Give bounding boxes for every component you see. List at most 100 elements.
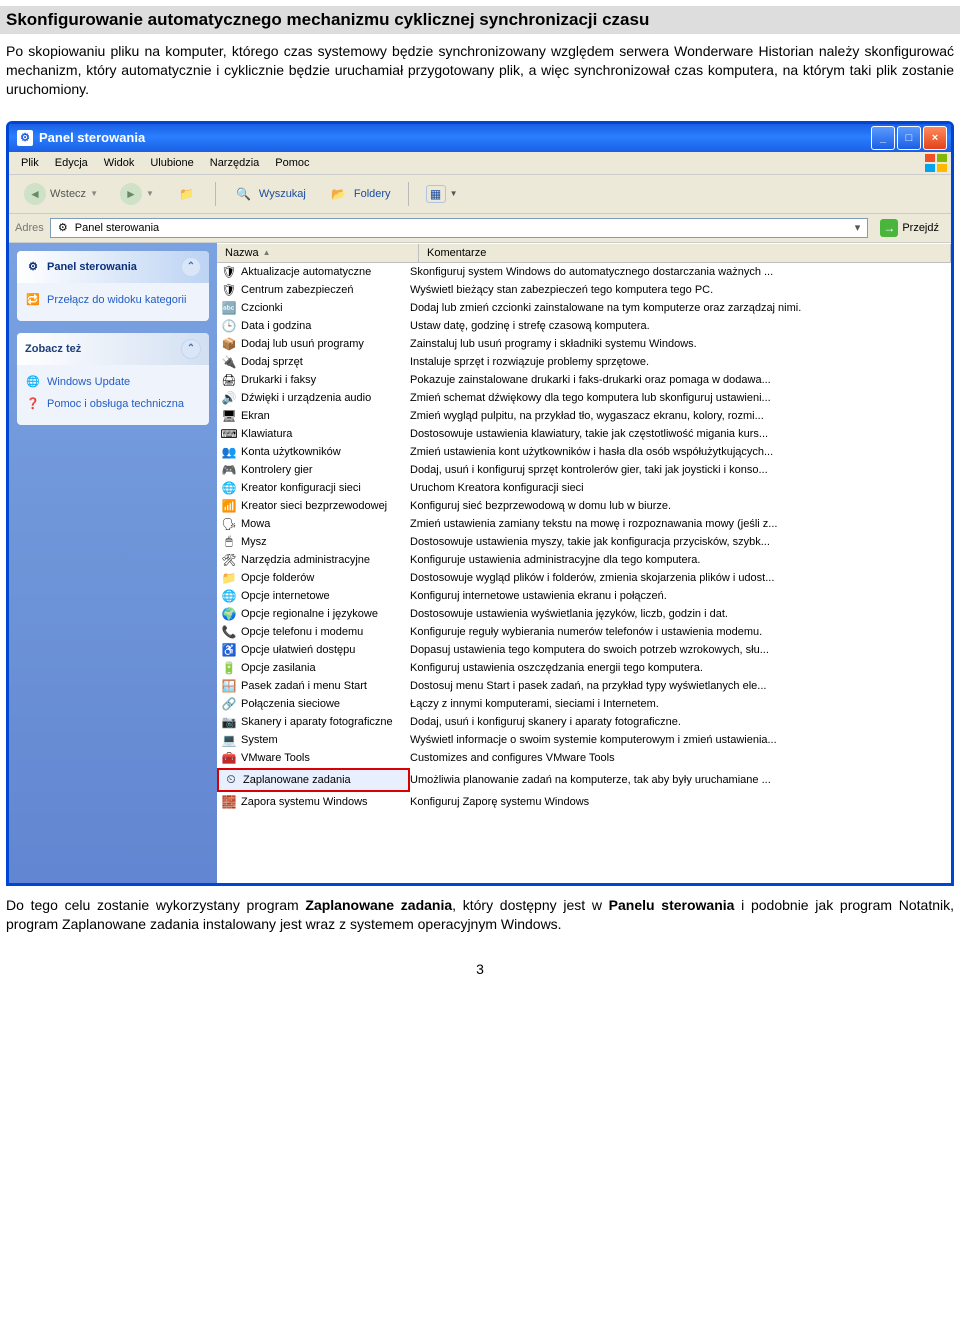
item-icon: 📶: [221, 498, 237, 514]
back-label: Wstecz: [50, 188, 86, 200]
control-panel-item[interactable]: 🪟Pasek zadań i menu StartDostosuj menu S…: [217, 677, 951, 695]
sidebar-link-help[interactable]: ❓ Pomoc i obsługa techniczna: [25, 393, 201, 415]
item-comment: Wyświetl informacje o swoim systemie kom…: [410, 734, 951, 746]
menu-plik[interactable]: Plik: [13, 155, 47, 171]
control-panel-item[interactable]: 🌐Kreator konfiguracji sieciUruchom Kreat…: [217, 479, 951, 497]
go-label: Przejdź: [902, 222, 939, 234]
control-panel-item[interactable]: 📦Dodaj lub usuń programyZainstaluj lub u…: [217, 335, 951, 353]
item-name: Kreator sieci bezprzewodowej: [241, 500, 387, 512]
sidebar-panel-header[interactable]: ⚙ Panel sterowania ⌃: [17, 251, 209, 283]
item-comment: Konfiguruj ustawienia oszczędzania energ…: [410, 662, 951, 674]
back-button[interactable]: ◄ Wstecz ▼: [15, 179, 107, 209]
control-panel-item[interactable]: 🎮Kontrolery gierDodaj, usuń i konfiguruj…: [217, 461, 951, 479]
collapse-icon[interactable]: ⌃: [181, 257, 201, 277]
views-button[interactable]: ▦ ▼: [417, 181, 467, 207]
item-name: Kreator konfiguracji sieci: [241, 482, 361, 494]
explorer-window: ⚙ Panel sterowania _ □ × Plik Edycja Wid…: [6, 121, 954, 886]
item-name: Opcje internetowe: [241, 590, 330, 602]
item-comment: Zmień wygląd pulpitu, na przykład tło, w…: [410, 410, 951, 422]
search-label: Wyszukaj: [259, 188, 306, 200]
menu-pomoc[interactable]: Pomoc: [267, 155, 317, 171]
item-name: Mowa: [241, 518, 270, 530]
item-name: Zaplanowane zadania: [243, 774, 351, 786]
control-panel-item[interactable]: 🔋Opcje zasilaniaKonfiguruj ustawienia os…: [217, 659, 951, 677]
folders-label: Foldery: [354, 188, 391, 200]
item-name: Dodaj lub usuń programy: [241, 338, 364, 350]
sidebar-link-category-view[interactable]: 🔁 Przełącz do widoku kategorii: [25, 289, 201, 311]
item-comment: Dostosowuje ustawienia wyświetlania języ…: [410, 608, 951, 620]
item-comment: Dostosowuje ustawienia klawiatury, takie…: [410, 428, 951, 440]
control-panel-item[interactable]: 🔊Dźwięki i urządzenia audioZmień schemat…: [217, 389, 951, 407]
help-icon: ❓: [25, 396, 41, 412]
collapse-icon[interactable]: ⌃: [181, 339, 201, 359]
menu-bar: Plik Edycja Widok Ulubione Narzędzia Pom…: [9, 152, 951, 175]
sidebar-panel-header[interactable]: Zobacz też ⌃: [17, 333, 209, 365]
menu-edycja[interactable]: Edycja: [47, 155, 96, 171]
control-panel-item[interactable]: 🔤CzcionkiDodaj lub zmień czcionki zainst…: [217, 299, 951, 317]
list-area: Nazwa ▲ Komentarze 🛡Aktualizacje automat…: [217, 243, 951, 883]
control-panel-item[interactable]: 📞Opcje telefonu i modemuKonfiguruje regu…: [217, 623, 951, 641]
sidebar-link-windows-update[interactable]: 🌐 Windows Update: [25, 371, 201, 393]
maximize-button[interactable]: □: [897, 126, 921, 150]
chevron-down-icon: ▼: [146, 189, 154, 198]
control-panel-item[interactable]: 🖱MyszDostosowuje ustawienia myszy, takie…: [217, 533, 951, 551]
item-name: Drukarki i faksy: [241, 374, 316, 386]
control-panel-item[interactable]: 🛡Aktualizacje automatyczneSkonfiguruj sy…: [217, 263, 951, 281]
control-panel-item[interactable]: 🖥EkranZmień wygląd pulpitu, na przykład …: [217, 407, 951, 425]
chevron-down-icon: ▼: [450, 189, 458, 198]
control-panel-item[interactable]: ⌨KlawiaturaDostosowuje ustawienia klawia…: [217, 425, 951, 443]
control-panel-item[interactable]: 📷Skanery i aparaty fotograficzneDodaj, u…: [217, 713, 951, 731]
control-panel-item[interactable]: 🌍Opcje regionalne i językoweDostosowuje …: [217, 605, 951, 623]
column-name[interactable]: Nazwa ▲: [217, 244, 419, 262]
control-panel-item[interactable]: 🖨Drukarki i faksyPokazuje zainstalowane …: [217, 371, 951, 389]
item-icon: ⏲: [223, 772, 239, 788]
sidebar-link-label: Pomoc i obsługa techniczna: [47, 398, 184, 410]
column-comment[interactable]: Komentarze: [419, 244, 951, 262]
control-panel-item[interactable]: 🧰VMware ToolsCustomizes and configures V…: [217, 749, 951, 767]
item-name: Dodaj sprzęt: [241, 356, 303, 368]
minimize-button[interactable]: _: [871, 126, 895, 150]
control-panel-item[interactable]: 🔗Połączenia siecioweŁączy z innymi kompu…: [217, 695, 951, 713]
item-comment: Łączy z innymi komputerami, sieciami i I…: [410, 698, 951, 710]
sidebar-link-label: Przełącz do widoku kategorii: [47, 294, 186, 306]
control-panel-item[interactable]: 🔌Dodaj sprzętInstaluje sprzęt i rozwiązu…: [217, 353, 951, 371]
item-name: Aktualizacje automatyczne: [241, 266, 371, 278]
item-comment: Umożliwia planowanie zadań na komputerze…: [410, 774, 951, 786]
separator: [408, 182, 409, 206]
item-icon: 📁: [221, 570, 237, 586]
control-panel-item[interactable]: 👥Konta użytkownikówZmień ustawienia kont…: [217, 443, 951, 461]
close-button[interactable]: ×: [923, 126, 947, 150]
sidebar-panel-title: Zobacz też: [25, 343, 81, 355]
address-combo[interactable]: ⚙ Panel sterowania ▾: [50, 218, 869, 238]
address-dropdown-icon[interactable]: ▾: [852, 221, 864, 234]
menu-narzedzia[interactable]: Narzędzia: [202, 155, 268, 171]
item-comment: Konfiguruj internetowe ustawienia ekranu…: [410, 590, 951, 602]
sort-asc-icon: ▲: [263, 248, 271, 257]
control-panel-item[interactable]: 🗣MowaZmień ustawienia zamiany tekstu na …: [217, 515, 951, 533]
item-comment: Dodaj lub zmień czcionki zainstalowane n…: [410, 302, 951, 314]
control-panel-item[interactable]: 🛠Narzędzia administracyjneKonfiguruje us…: [217, 551, 951, 569]
up-button[interactable]: 📁: [167, 179, 207, 209]
item-comment: Skonfiguruj system Windows do automatycz…: [410, 266, 951, 278]
item-icon: 🪟: [221, 678, 237, 694]
control-panel-item[interactable]: 🛡Centrum zabezpieczeńWyświetl bieżący st…: [217, 281, 951, 299]
control-panel-item[interactable]: 🌐Opcje internetoweKonfiguruj internetowe…: [217, 587, 951, 605]
search-button[interactable]: 🔍 Wyszukaj: [224, 179, 315, 209]
switch-view-icon: 🔁: [25, 292, 41, 308]
forward-button[interactable]: ► ▼: [111, 179, 163, 209]
menu-ulubione[interactable]: Ulubione: [142, 155, 201, 171]
control-panel-item[interactable]: 🧱Zapora systemu WindowsKonfiguruj Zaporę…: [217, 793, 951, 811]
control-panel-item[interactable]: 📁Opcje folderówDostosowuje wygląd plików…: [217, 569, 951, 587]
control-panel-item[interactable]: 📶Kreator sieci bezprzewodowejKonfiguruj …: [217, 497, 951, 515]
menu-widok[interactable]: Widok: [96, 155, 143, 171]
window-titlebar: ⚙ Panel sterowania _ □ ×: [9, 124, 951, 152]
control-panel-item[interactable]: 💻SystemWyświetl informacje o swoim syste…: [217, 731, 951, 749]
control-panel-item[interactable]: ♿Opcje ułatwień dostępuDopasuj ustawieni…: [217, 641, 951, 659]
folders-button[interactable]: 📂 Foldery: [319, 179, 400, 209]
go-button[interactable]: → Przejdź: [874, 217, 945, 239]
item-comment: Ustaw datę, godzinę i strefę czasową kom…: [410, 320, 951, 332]
list-header: Nazwa ▲ Komentarze: [217, 243, 951, 263]
control-panel-item[interactable]: 🕒Data i godzinaUstaw datę, godzinę i str…: [217, 317, 951, 335]
item-comment: Dodaj, usuń i konfiguruj sprzęt kontrole…: [410, 464, 951, 476]
control-panel-item[interactable]: ⏲ Zaplanowane zadania Umożliwia planowanie…: [217, 767, 951, 793]
